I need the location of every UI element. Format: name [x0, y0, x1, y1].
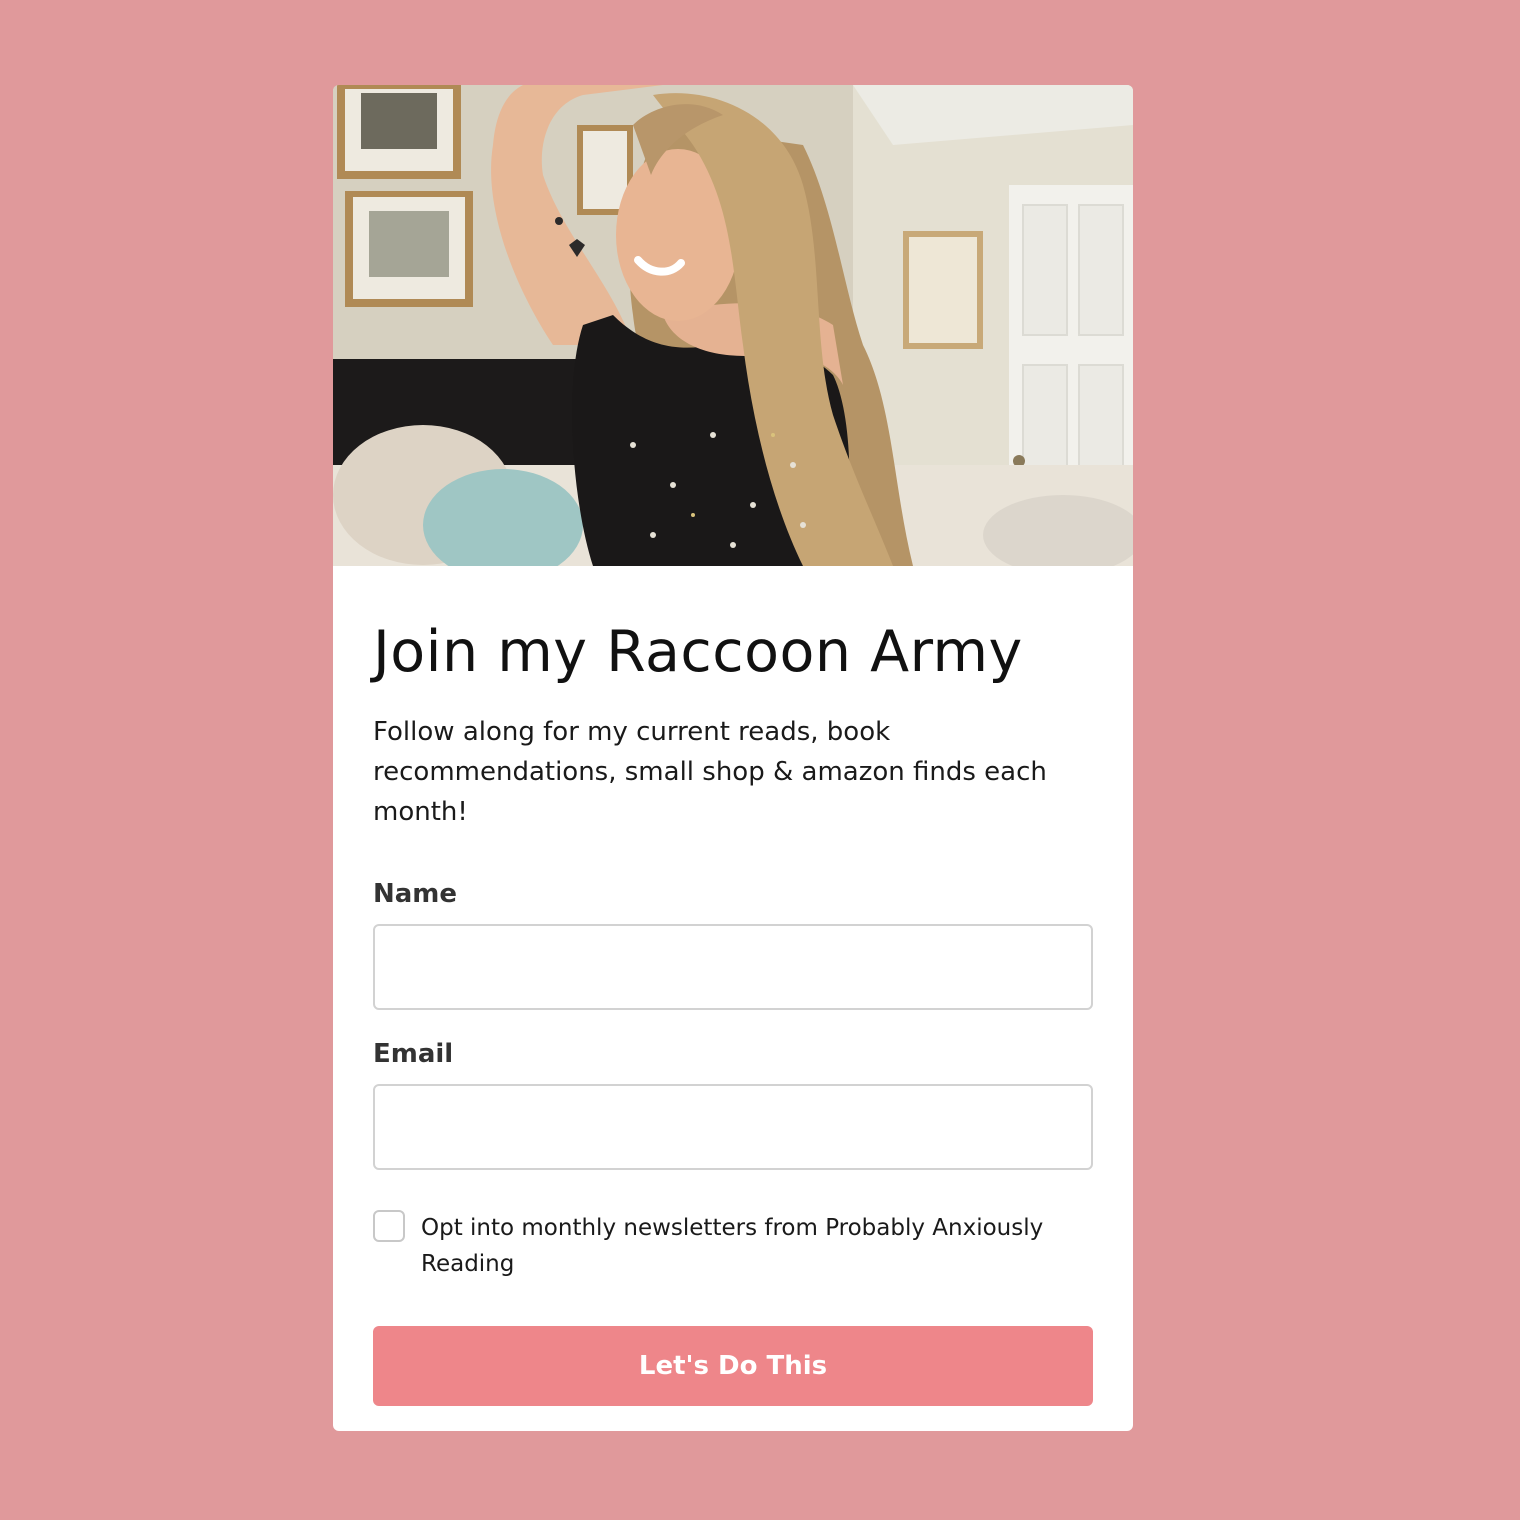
- newsletter-optin-label[interactable]: Opt into monthly newsletters from Probab…: [421, 1210, 1061, 1282]
- form-subtitle: Follow along for my current reads, book …: [373, 717, 1047, 827]
- signup-form: Join my Raccoon Army Follow along for my…: [373, 566, 1093, 1406]
- name-input[interactable]: [373, 924, 1093, 1010]
- name-label: Name: [373, 879, 458, 909]
- newsletter-optin: Opt into monthly newsletters from Probab…: [373, 1210, 1093, 1284]
- email-label: Email: [373, 1039, 454, 1069]
- form-title: Join my Raccoon Army: [373, 619, 1023, 685]
- email-input[interactable]: [373, 1084, 1093, 1170]
- newsletter-checkbox[interactable]: [373, 1210, 405, 1242]
- hero-photo: [333, 85, 1133, 566]
- signup-card: Join my Raccoon Army Follow along for my…: [333, 85, 1133, 1431]
- hero-photo-illustration: [333, 85, 1133, 566]
- submit-button[interactable]: Let's Do This: [373, 1326, 1093, 1406]
